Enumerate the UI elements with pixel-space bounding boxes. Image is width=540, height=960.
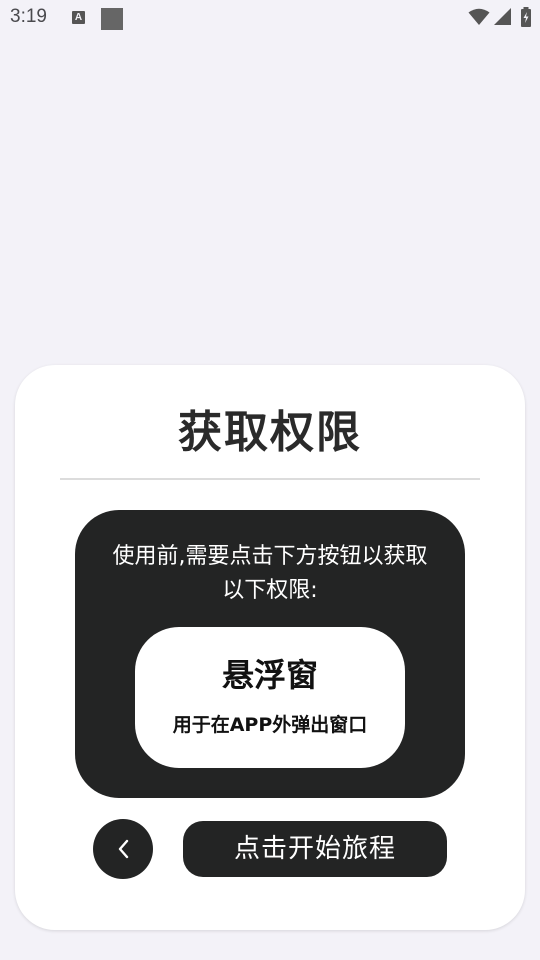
a-notification-icon: A xyxy=(72,11,85,24)
signal-icon xyxy=(494,8,511,25)
permission-sheet: 获取权限 使用前,需要点击下方按钮以获取以下权限: 悬浮窗 用于在APP外弹出窗… xyxy=(15,365,525,930)
chevron-left-icon xyxy=(118,839,129,859)
permission-panel: 使用前,需要点击下方按钮以获取以下权限: 悬浮窗 用于在APP外弹出窗口 xyxy=(75,510,465,798)
permission-card-overlay: 悬浮窗 用于在APP外弹出窗口 xyxy=(135,627,405,768)
back-button[interactable] xyxy=(93,819,153,879)
permission-purpose: 用于在APP外弹出窗口 xyxy=(172,714,368,736)
battery-icon xyxy=(521,7,531,27)
status-right-icons xyxy=(468,7,532,27)
status-time: 3:19 xyxy=(10,6,47,27)
permission-description: 使用前,需要点击下方按钮以获取以下权限: xyxy=(112,544,428,603)
start-journey-button[interactable]: 点击开始旅程 xyxy=(183,821,447,877)
title-divider xyxy=(60,478,480,480)
status-bar: 3:19 A xyxy=(0,0,540,36)
sheet-title: 获取权限 xyxy=(178,407,362,458)
square-notification-icon xyxy=(101,8,123,30)
permission-name: 悬浮窗 xyxy=(221,656,318,694)
wifi-icon xyxy=(468,8,490,25)
